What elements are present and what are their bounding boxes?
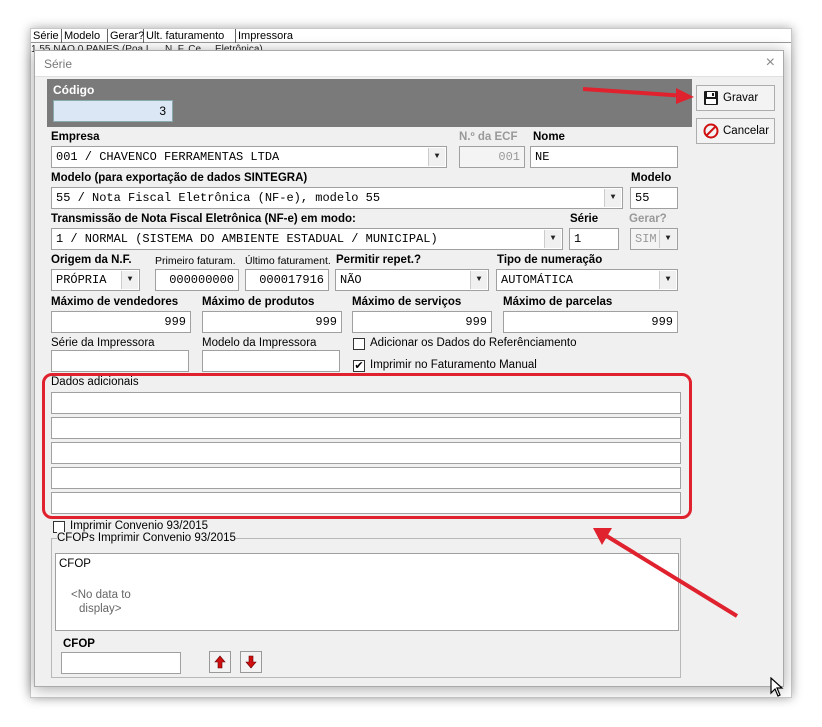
transmissao-label: Transmissão de Nota Fiscal Eletrônica (N… (51, 213, 356, 225)
background-grid-header: Série Modelo Gerar? Ult. faturamento Imp… (31, 29, 791, 43)
cfops-grid[interactable]: CFOP <No data to display> (55, 553, 679, 631)
origem-label: Origem da N.F. (51, 254, 132, 266)
grid-col-gerar[interactable]: Gerar? (108, 29, 144, 43)
empresa-label: Empresa (51, 131, 100, 143)
grid-col-ult-faturamento[interactable]: Ult. faturamento (144, 29, 236, 43)
codigo-panel: Código 3 (47, 79, 692, 127)
floppy-disk-icon (703, 90, 719, 106)
mouse-cursor-icon (770, 677, 784, 697)
gravar-label: Gravar (723, 92, 759, 104)
permitir-label: Permitir repet.? (336, 254, 421, 266)
codigo-field[interactable]: 3 (53, 100, 173, 122)
cfops-group-label: CFOPs Imprimir Convenio 93/2015 (57, 532, 236, 544)
referenciamento-checkbox[interactable] (353, 338, 365, 350)
modelo-field[interactable]: 55 (630, 187, 678, 209)
modelo-sintegra-value: 55 / Nota Fiscal Eletrônica (NF-e), mode… (56, 191, 381, 205)
chevron-down-icon[interactable]: ▼ (659, 230, 676, 248)
ecf-field[interactable]: 001 (459, 146, 525, 168)
origem-value: PRÓPRIA (56, 273, 107, 287)
permitir-select[interactable]: NÃO ▼ (335, 269, 489, 291)
cfop-label: CFOP (63, 638, 95, 650)
gravar-button[interactable]: Gravar (696, 85, 775, 111)
origem-select[interactable]: PRÓPRIA ▼ (51, 269, 140, 291)
cancel-icon (703, 123, 719, 139)
faturamento-manual-checkbox[interactable]: ✔ (353, 360, 365, 372)
ultimo-fat-label: Último faturament. (245, 255, 331, 267)
gerar-label: Gerar? (629, 213, 667, 225)
serie-label: Série (570, 213, 599, 225)
primeiro-fat-label: Primeiro faturam. (155, 255, 236, 267)
transmissao-value: 1 / NORMAL (SISTEMA DO AMBIENTE ESTADUAL… (56, 232, 438, 246)
chevron-down-icon[interactable]: ▼ (544, 230, 561, 248)
arrow-up-icon (214, 655, 226, 669)
grid-col-impressora[interactable]: Impressora (236, 29, 326, 43)
ecf-label: N.º da ECF (459, 131, 518, 143)
chevron-down-icon[interactable]: ▼ (428, 148, 445, 166)
modelo-label: Modelo (631, 172, 672, 184)
chevron-down-icon[interactable]: ▼ (604, 189, 621, 207)
modelo-impressora-label: Modelo da Impressora (202, 337, 317, 349)
max-parcelas-field[interactable]: 999 (503, 311, 678, 333)
max-vendedores-label: Máximo de vendedores (51, 296, 179, 308)
cfops-grid-column-cfop[interactable]: CFOP (59, 558, 91, 570)
highlight-box (42, 373, 692, 519)
max-vendedores-field[interactable]: 999 (51, 311, 191, 333)
move-down-button[interactable] (240, 651, 262, 673)
codigo-label: Código (53, 83, 95, 97)
chevron-down-icon[interactable]: ▼ (659, 271, 676, 289)
cancelar-button[interactable]: Cancelar (696, 118, 775, 144)
nome-field[interactable]: NE (530, 146, 678, 168)
empresa-value: 001 / CHAVENCO FERRAMENTAS LTDA (56, 150, 280, 164)
tipo-num-select[interactable]: AUTOMÁTICA ▼ (496, 269, 678, 291)
empty-text-line-2: display> (79, 603, 122, 615)
permitir-value: NÃO (340, 273, 362, 287)
nome-label: Nome (533, 131, 565, 143)
grid-col-modelo[interactable]: Modelo (62, 29, 108, 43)
ultimo-fat-field[interactable]: 000017916 (245, 269, 329, 291)
gerar-select[interactable]: SIM ▼ (630, 228, 678, 250)
referenciamento-label: Adicionar os Dados do Referênciamento (370, 337, 577, 349)
max-servicos-field[interactable]: 999 (352, 311, 492, 333)
empty-text-line-1: <No data to (71, 589, 131, 601)
dialog-title: Série (44, 57, 73, 71)
chevron-down-icon[interactable]: ▼ (470, 271, 487, 289)
move-up-button[interactable] (209, 651, 231, 673)
serie-dialog: Série × Gravar Cancelar Código 3 Empresa… (34, 50, 784, 687)
max-produtos-label: Máximo de produtos (202, 296, 315, 308)
dados-adicionais-label: Dados adicionais (51, 376, 139, 388)
modelo-sintegra-select[interactable]: 55 / Nota Fiscal Eletrônica (NF-e), mode… (51, 187, 623, 209)
gerar-value: SIM (635, 232, 657, 246)
serie-impressora-label: Série da Impressora (51, 337, 155, 349)
arrow-down-icon (245, 655, 257, 669)
grid-col-serie[interactable]: Série (31, 29, 62, 43)
modelo-impressora-field[interactable] (202, 350, 340, 372)
cancelar-label: Cancelar (723, 125, 770, 137)
serie-field[interactable]: 1 (569, 228, 619, 250)
close-icon[interactable]: × (766, 54, 775, 72)
chevron-down-icon[interactable]: ▼ (121, 271, 138, 289)
empresa-select[interactable]: 001 / CHAVENCO FERRAMENTAS LTDA ▼ (51, 146, 447, 168)
dialog-titlebar[interactable]: Série × (35, 51, 783, 77)
max-parcelas-label: Máximo de parcelas (503, 296, 613, 308)
tipo-num-value: AUTOMÁTICA (501, 273, 574, 287)
faturamento-manual-label: Imprimir no Faturamento Manual (370, 359, 537, 371)
modelo-sintegra-label: Modelo (para exportação de dados SINTEGR… (51, 172, 308, 184)
convenio-label: Imprimir Convenio 93/2015 (70, 520, 209, 532)
serie-impressora-field[interactable] (51, 350, 189, 372)
max-servicos-label: Máximo de serviços (352, 296, 462, 308)
max-produtos-field[interactable]: 999 (202, 311, 342, 333)
cfop-field[interactable] (61, 652, 181, 674)
primeiro-fat-field[interactable]: 000000000 (155, 269, 239, 291)
tipo-num-label: Tipo de numeração (497, 254, 603, 266)
transmissao-select[interactable]: 1 / NORMAL (SISTEMA DO AMBIENTE ESTADUAL… (51, 228, 563, 250)
